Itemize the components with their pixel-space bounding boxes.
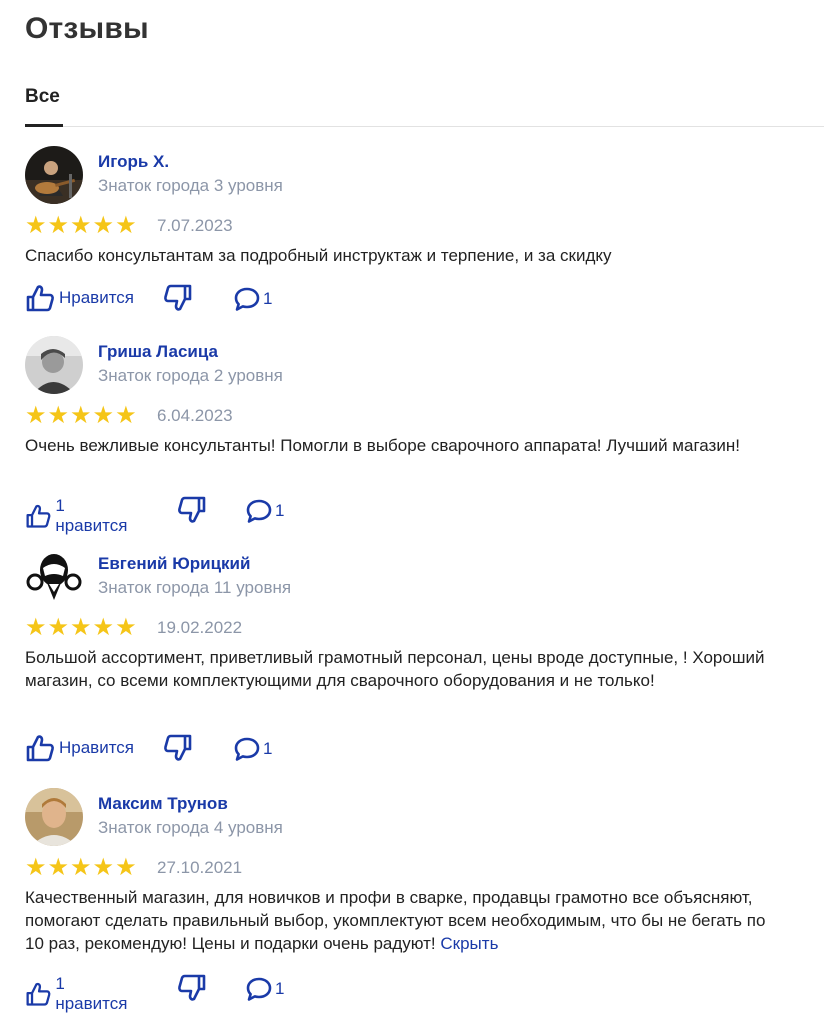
star-icon: ★ <box>25 854 47 881</box>
thumbs-up-icon <box>26 504 51 528</box>
thumbs-down-icon <box>164 284 192 311</box>
like-button[interactable]: 1 нравится <box>25 974 131 1014</box>
comments-count: 1 <box>263 289 273 308</box>
star-icon: ★ <box>25 212 47 239</box>
tabs-divider <box>25 126 824 127</box>
comments-count: 1 <box>275 501 285 520</box>
star-icon: ★ <box>115 614 137 641</box>
star-icon: ★ <box>92 614 115 641</box>
review-date: 6.04.2023 <box>157 406 233 425</box>
thumbs-down-icon <box>178 496 206 523</box>
rating-stars: ★ ★ ★ ★ ★ <box>25 616 137 640</box>
rating-stars: ★ ★ ★ ★ ★ <box>25 404 137 428</box>
comment-icon <box>234 737 260 761</box>
comment-icon <box>246 499 272 523</box>
avatar[interactable] <box>25 336 83 394</box>
avatar[interactable] <box>25 548 83 606</box>
thumbs-down-icon <box>178 974 206 1001</box>
thumbs-up-icon <box>26 982 51 1006</box>
comments-button[interactable]: 1 <box>245 498 284 524</box>
comments-button[interactable]: 1 <box>233 736 272 762</box>
thumbs-up-icon <box>26 735 54 762</box>
star-icon: ★ <box>115 854 137 881</box>
comments-count: 1 <box>263 739 273 758</box>
dislike-button[interactable] <box>163 284 193 312</box>
star-icon: ★ <box>70 402 92 429</box>
review-author[interactable]: Максим Трунов <box>98 794 228 814</box>
star-icon: ★ <box>25 402 47 429</box>
avatar[interactable] <box>25 146 83 204</box>
review-author-level: Знаток города 4 уровня <box>98 818 283 837</box>
dislike-button[interactable] <box>177 496 207 524</box>
review-text: Большой ассортимент, приветливый грамотн… <box>25 648 765 690</box>
comment-icon <box>246 977 272 1001</box>
star-icon: ★ <box>25 614 47 641</box>
review-author-level: Знаток города 2 уровня <box>98 366 283 385</box>
star-icon: ★ <box>47 212 70 239</box>
star-icon: ★ <box>70 614 92 641</box>
review-author[interactable]: Евгений Юрицкий <box>98 554 250 574</box>
like-label: 1 нравится <box>55 974 128 1013</box>
like-label: 1 нравится <box>55 496 128 535</box>
tab-all[interactable]: Все <box>25 86 60 108</box>
page-title: Отзывы <box>25 12 149 45</box>
star-icon: ★ <box>70 854 92 881</box>
rating-stars: ★ ★ ★ ★ ★ <box>25 856 137 880</box>
rating-stars: ★ ★ ★ ★ ★ <box>25 214 137 238</box>
star-icon: ★ <box>92 402 115 429</box>
review-date: 27.10.2021 <box>157 858 243 877</box>
review-author[interactable]: Гриша Ласица <box>98 342 218 362</box>
star-icon: ★ <box>47 854 70 881</box>
review-author[interactable]: Игорь Х. <box>98 152 169 172</box>
review-author-level: Знаток города 11 уровня <box>98 578 292 597</box>
like-label: Нравится <box>59 288 135 307</box>
like-button[interactable]: Нравится <box>25 284 134 312</box>
review-date: 19.02.2022 <box>157 618 243 637</box>
star-icon: ★ <box>115 212 137 239</box>
star-icon: ★ <box>115 402 137 429</box>
tabs-bar: Все <box>0 80 824 128</box>
comments-button[interactable]: 1 <box>233 286 272 312</box>
review-text: Очень вежливые консультанты! Помогли в в… <box>25 436 740 455</box>
star-icon: ★ <box>92 854 115 881</box>
review-text-body: Качественный магазин, для новичков и про… <box>25 888 766 953</box>
comments-count: 1 <box>275 979 285 998</box>
avatar[interactable] <box>25 788 83 846</box>
like-label: Нравится <box>59 738 135 757</box>
review-text: Спасибо консультантам за подробный инстр… <box>25 246 612 265</box>
star-icon: ★ <box>70 212 92 239</box>
hide-text-link[interactable]: Скрыть <box>440 934 498 953</box>
thumbs-up-icon <box>26 285 54 312</box>
comment-icon <box>234 287 260 311</box>
like-button[interactable]: Нравится <box>25 734 134 762</box>
review-text: Качественный магазин, для новичков и про… <box>25 886 785 955</box>
star-icon: ★ <box>47 614 70 641</box>
dislike-button[interactable] <box>163 734 193 762</box>
comments-button[interactable]: 1 <box>245 976 284 1002</box>
thumbs-down-icon <box>164 734 192 761</box>
star-icon: ★ <box>92 212 115 239</box>
review-date: 7.07.2023 <box>157 216 233 235</box>
tab-active-indicator <box>25 124 63 127</box>
dislike-button[interactable] <box>177 974 207 1002</box>
star-icon: ★ <box>47 402 70 429</box>
review-author-level: Знаток города 3 уровня <box>98 176 283 195</box>
like-button[interactable]: 1 нравится <box>25 496 131 536</box>
